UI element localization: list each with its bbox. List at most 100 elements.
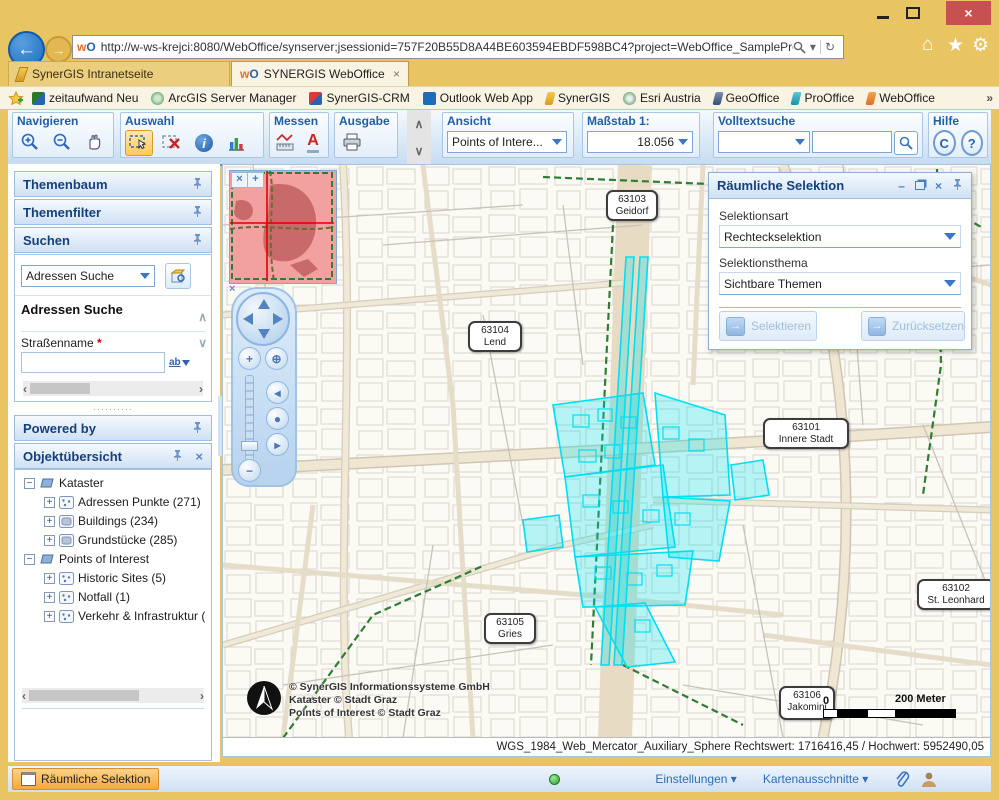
expand-icon[interactable]: + <box>44 497 55 508</box>
sidebar-item-themenbaum[interactable]: Themenbaum <box>14 171 212 197</box>
tree-item-grundstuecke[interactable]: + Grundstücke (285) <box>44 533 177 547</box>
scroll-thumb[interactable] <box>30 383 90 394</box>
tree-item-label[interactable]: Buildings (234) <box>78 514 158 528</box>
search-hscrollbar[interactable]: ‹ › <box>23 381 203 396</box>
tree-item-notfall[interactable]: + Notfall (1) <box>44 590 130 604</box>
favorite-item[interactable]: SynerGIS <box>546 91 610 105</box>
help-button[interactable]: ? <box>961 130 984 156</box>
search-dropdown-icon[interactable]: ▾ <box>806 40 820 54</box>
clear-selection-icon[interactable] <box>159 131 185 155</box>
window-close-button[interactable]: × <box>946 1 991 25</box>
measure-distance-icon[interactable] <box>274 130 296 154</box>
select-button[interactable]: → Selektieren <box>719 311 817 341</box>
zoom-out-icon[interactable] <box>49 130 75 154</box>
add-favorite-icon[interactable] <box>8 91 24 106</box>
current-extent-button[interactable]: ● <box>266 407 289 430</box>
attachment-icon[interactable] <box>894 770 910 788</box>
tab-weboffice-active[interactable]: wO SYNERGIS WebOffice WebO... × <box>231 61 409 86</box>
overview-map[interactable]: × + <box>229 170 337 284</box>
pan-compass[interactable] <box>236 292 290 346</box>
window-minimize-button[interactable] <box>868 6 898 22</box>
favorite-item[interactable]: GeoOffice <box>714 91 780 105</box>
home-icon[interactable]: ⌂ <box>922 34 933 56</box>
pin-icon[interactable] <box>192 205 203 220</box>
collapse-icon[interactable]: − <box>24 478 35 489</box>
zoom-in-icon[interactable] <box>17 130 43 154</box>
sidebar-item-suchen[interactable]: Suchen <box>14 227 212 253</box>
tree-item-buildings[interactable]: + Buildings (234) <box>44 514 158 528</box>
fulltext-search-input[interactable] <box>812 131 892 153</box>
tree-item-points-of-interest[interactable]: − Points of Interest <box>24 552 149 566</box>
chart-tool-icon[interactable] <box>223 131 249 155</box>
next-extent-button[interactable]: ▸ <box>266 433 289 456</box>
favorite-item[interactable]: Outlook Web App <box>423 91 533 105</box>
panel-splitter[interactable]: ·········· <box>8 404 218 414</box>
collapse-icon[interactable]: − <box>24 554 35 565</box>
fulltext-search-button[interactable] <box>894 131 918 155</box>
tree-item-label[interactable]: Verkehr & Infrastruktur ( <box>78 609 205 623</box>
pan-hand-icon[interactable] <box>81 130 107 154</box>
sort-ab-icon[interactable]: ab <box>169 357 181 368</box>
previous-extent-button[interactable]: ◂ <box>266 381 289 404</box>
tree-item-label[interactable]: Adressen Punkte (271) <box>78 495 201 509</box>
tree-item-label[interactable]: Historic Sites (5) <box>78 571 166 585</box>
tree-item-label[interactable]: Grundstücke (285) <box>78 533 177 547</box>
street-name-input[interactable] <box>21 352 165 373</box>
pan-north-icon[interactable] <box>258 299 270 309</box>
selection-type-select[interactable]: Rechteckselektion <box>719 225 961 248</box>
favorite-item[interactable]: zeitaufwand Neu <box>32 91 138 105</box>
tools-gear-icon[interactable]: ⚙ <box>972 34 989 57</box>
tree-hscrollbar[interactable]: ‹ › <box>22 688 204 703</box>
zoom-out-button[interactable]: − <box>238 459 261 482</box>
pan-east-icon[interactable] <box>273 313 283 325</box>
pan-west-icon[interactable] <box>243 313 253 325</box>
panel-titlebar[interactable]: Räumliche Selektion – × <box>709 173 971 199</box>
close-icon[interactable]: × <box>195 449 203 464</box>
tree-item-label[interactable]: Kataster <box>59 476 104 490</box>
scroll-left-icon[interactable]: ‹ <box>23 382 27 396</box>
tree-item-historic-sites[interactable]: + Historic Sites (5) <box>44 571 166 585</box>
favorite-item[interactable]: ProOffice <box>792 91 854 105</box>
favorite-item[interactable]: ArcGIS Server Manager <box>151 91 296 105</box>
tab-synergis-intranetseite[interactable]: SynerGIS Intranetseite <box>8 61 230 86</box>
label-text-icon[interactable]: A <box>302 130 324 154</box>
map-extents-menu[interactable]: Kartenausschnitte ▾ <box>763 772 868 786</box>
expand-icon[interactable]: + <box>44 611 55 622</box>
pin-icon[interactable] <box>192 421 203 436</box>
tree-item-adressen-punkte[interactable]: + Adressen Punkte (271) <box>44 495 201 509</box>
zoom-slider-thumb[interactable] <box>241 441 258 451</box>
sidebar-item-powered-by[interactable]: Powered by <box>14 415 212 441</box>
sidebar-item-objektuebersicht[interactable]: Objektübersicht × <box>14 443 212 469</box>
expand-icon[interactable]: + <box>44 592 55 603</box>
full-extent-button[interactable]: ⊕ <box>265 347 288 370</box>
favorites-overflow-icon[interactable]: » <box>986 91 993 105</box>
scroll-right-icon[interactable]: › <box>199 382 203 396</box>
pan-south-icon[interactable] <box>258 329 270 339</box>
scroll-up-icon[interactable]: ∧ <box>198 310 207 324</box>
search-type-select[interactable]: Adressen Suche <box>21 265 155 287</box>
tab-close-icon[interactable]: × <box>387 67 400 81</box>
reset-button[interactable]: → Zurücksetzen <box>861 311 965 341</box>
info-tool-icon[interactable]: i <box>191 131 217 155</box>
search-icon[interactable] <box>793 41 806 54</box>
tree-item-verkehr-infrastruktur[interactable]: + Verkehr & Infrastruktur ( <box>44 609 205 623</box>
overview-move-icon[interactable]: + <box>247 172 264 188</box>
print-icon[interactable] <box>339 130 365 154</box>
tree-item-label[interactable]: Points of Interest <box>59 552 149 566</box>
pin-icon[interactable] <box>192 177 203 192</box>
navigator-close-icon[interactable]: × <box>229 283 235 295</box>
search-theme-icon[interactable] <box>165 263 191 289</box>
toolbar-scroll-down-icon[interactable]: ∨ <box>415 144 424 158</box>
panel-minimize-icon[interactable]: – <box>898 179 905 193</box>
forward-button[interactable]: → <box>45 36 72 63</box>
favorites-icon[interactable]: ★ <box>947 34 964 57</box>
user-icon[interactable] <box>920 770 938 788</box>
scroll-right-icon[interactable]: › <box>200 689 204 703</box>
toolbar-scroll-up-icon[interactable]: ∧ <box>415 117 424 131</box>
expand-icon[interactable]: + <box>44 516 55 527</box>
scroll-thumb[interactable] <box>29 690 139 701</box>
favorite-item[interactable]: Esri Austria <box>623 91 701 105</box>
favorite-item[interactable]: WebOffice <box>867 91 935 105</box>
settings-menu[interactable]: Einstellungen ▾ <box>655 772 736 786</box>
favorite-item[interactable]: SynerGIS-CRM <box>309 91 409 105</box>
